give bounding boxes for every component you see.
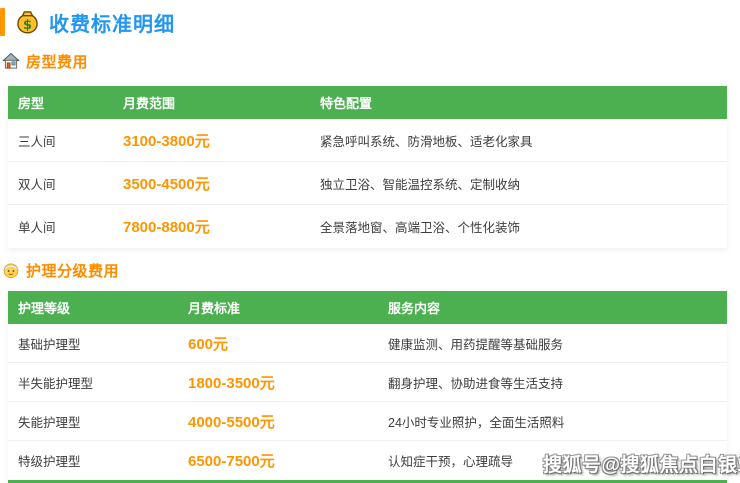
room-type: 双人间 [8,174,113,193]
column-header-room-type: 房型 [8,93,113,112]
table-row: 三人间 3100-3800元 紧急呼叫系统、防滑地板、适老化家具 [8,119,727,162]
services: 24小时专业照护，全面生活照料 [378,412,727,431]
section-title: 房型费用 [26,51,88,72]
article-page: $ 收费标准明细 房型费用 房型 月费范围 特色配置 三人间 3100-3800… [0,0,740,483]
room-type: 单人间 [8,217,113,236]
monthly-fee: 4000-5500元 [178,411,378,432]
page-title: 收费标准明细 [49,8,175,37]
monthly-fee: 6500-7500元 [178,450,378,471]
price-range: 3100-3800元 [113,130,310,151]
table-row: 失能护理型 4000-5500元 24小时专业照护，全面生活照料 [8,402,727,441]
section-title: 护理分级费用 [26,260,119,281]
care-level: 半失能护理型 [8,373,178,392]
care-level: 失能护理型 [8,412,178,431]
features: 独立卫浴、智能温控系统、定制收纳 [310,174,727,193]
features: 紧急呼叫系统、防滑地板、适老化家具 [310,131,727,150]
features: 全景落地窗、高端卫浴、个性化装饰 [310,217,727,236]
table-row: 半失能护理型 1800-3500元 翻身护理、协助进食等生活支持 [8,363,727,402]
room-type: 三人间 [8,131,113,150]
page-title-row: $ 收费标准明细 [0,0,740,38]
section-heading-room-fees: 房型费用 [2,51,740,71]
title-accent-bar [0,8,5,36]
price-range: 7800-8800元 [113,216,310,237]
services: 翻身护理、协助进食等生活支持 [378,373,727,392]
svg-text:$: $ [23,17,32,32]
section-heading-nursing-fees: 护理分级费用 [2,260,740,280]
table-header-row: 护理等级 月费标准 服务内容 [8,291,727,324]
table-header-row: 房型 月费范围 特色配置 [8,86,727,119]
care-level: 特级护理型 [8,451,178,470]
column-header-care-level: 护理等级 [8,298,178,317]
column-header-price-range: 月费范围 [113,93,310,112]
column-header-monthly-fee: 月费标准 [178,298,378,317]
nurse-icon [2,261,20,279]
column-header-services: 服务内容 [378,298,727,317]
monthly-fee: 600元 [178,333,378,354]
services: 健康监测、用药提醒等基础服务 [378,334,727,353]
price-range: 3500-4500元 [113,173,310,194]
money-bag-icon: $ [14,9,41,36]
house-icon [2,52,20,70]
table-row: 双人间 3500-4500元 独立卫浴、智能温控系统、定制收纳 [8,162,727,205]
room-fees-table: 房型 月费范围 特色配置 三人间 3100-3800元 紧急呼叫系统、防滑地板、… [8,86,727,248]
table-row: 单人间 7800-8800元 全景落地窗、高端卫浴、个性化装饰 [8,205,727,248]
monthly-fee: 1800-3500元 [178,372,378,393]
care-level: 基础护理型 [8,334,178,353]
column-header-features: 特色配置 [310,93,727,112]
table-row: 基础护理型 600元 健康监测、用药提醒等基础服务 [8,324,727,363]
sohu-watermark: 搜狐号@搜狐焦点白银站 [543,450,740,477]
